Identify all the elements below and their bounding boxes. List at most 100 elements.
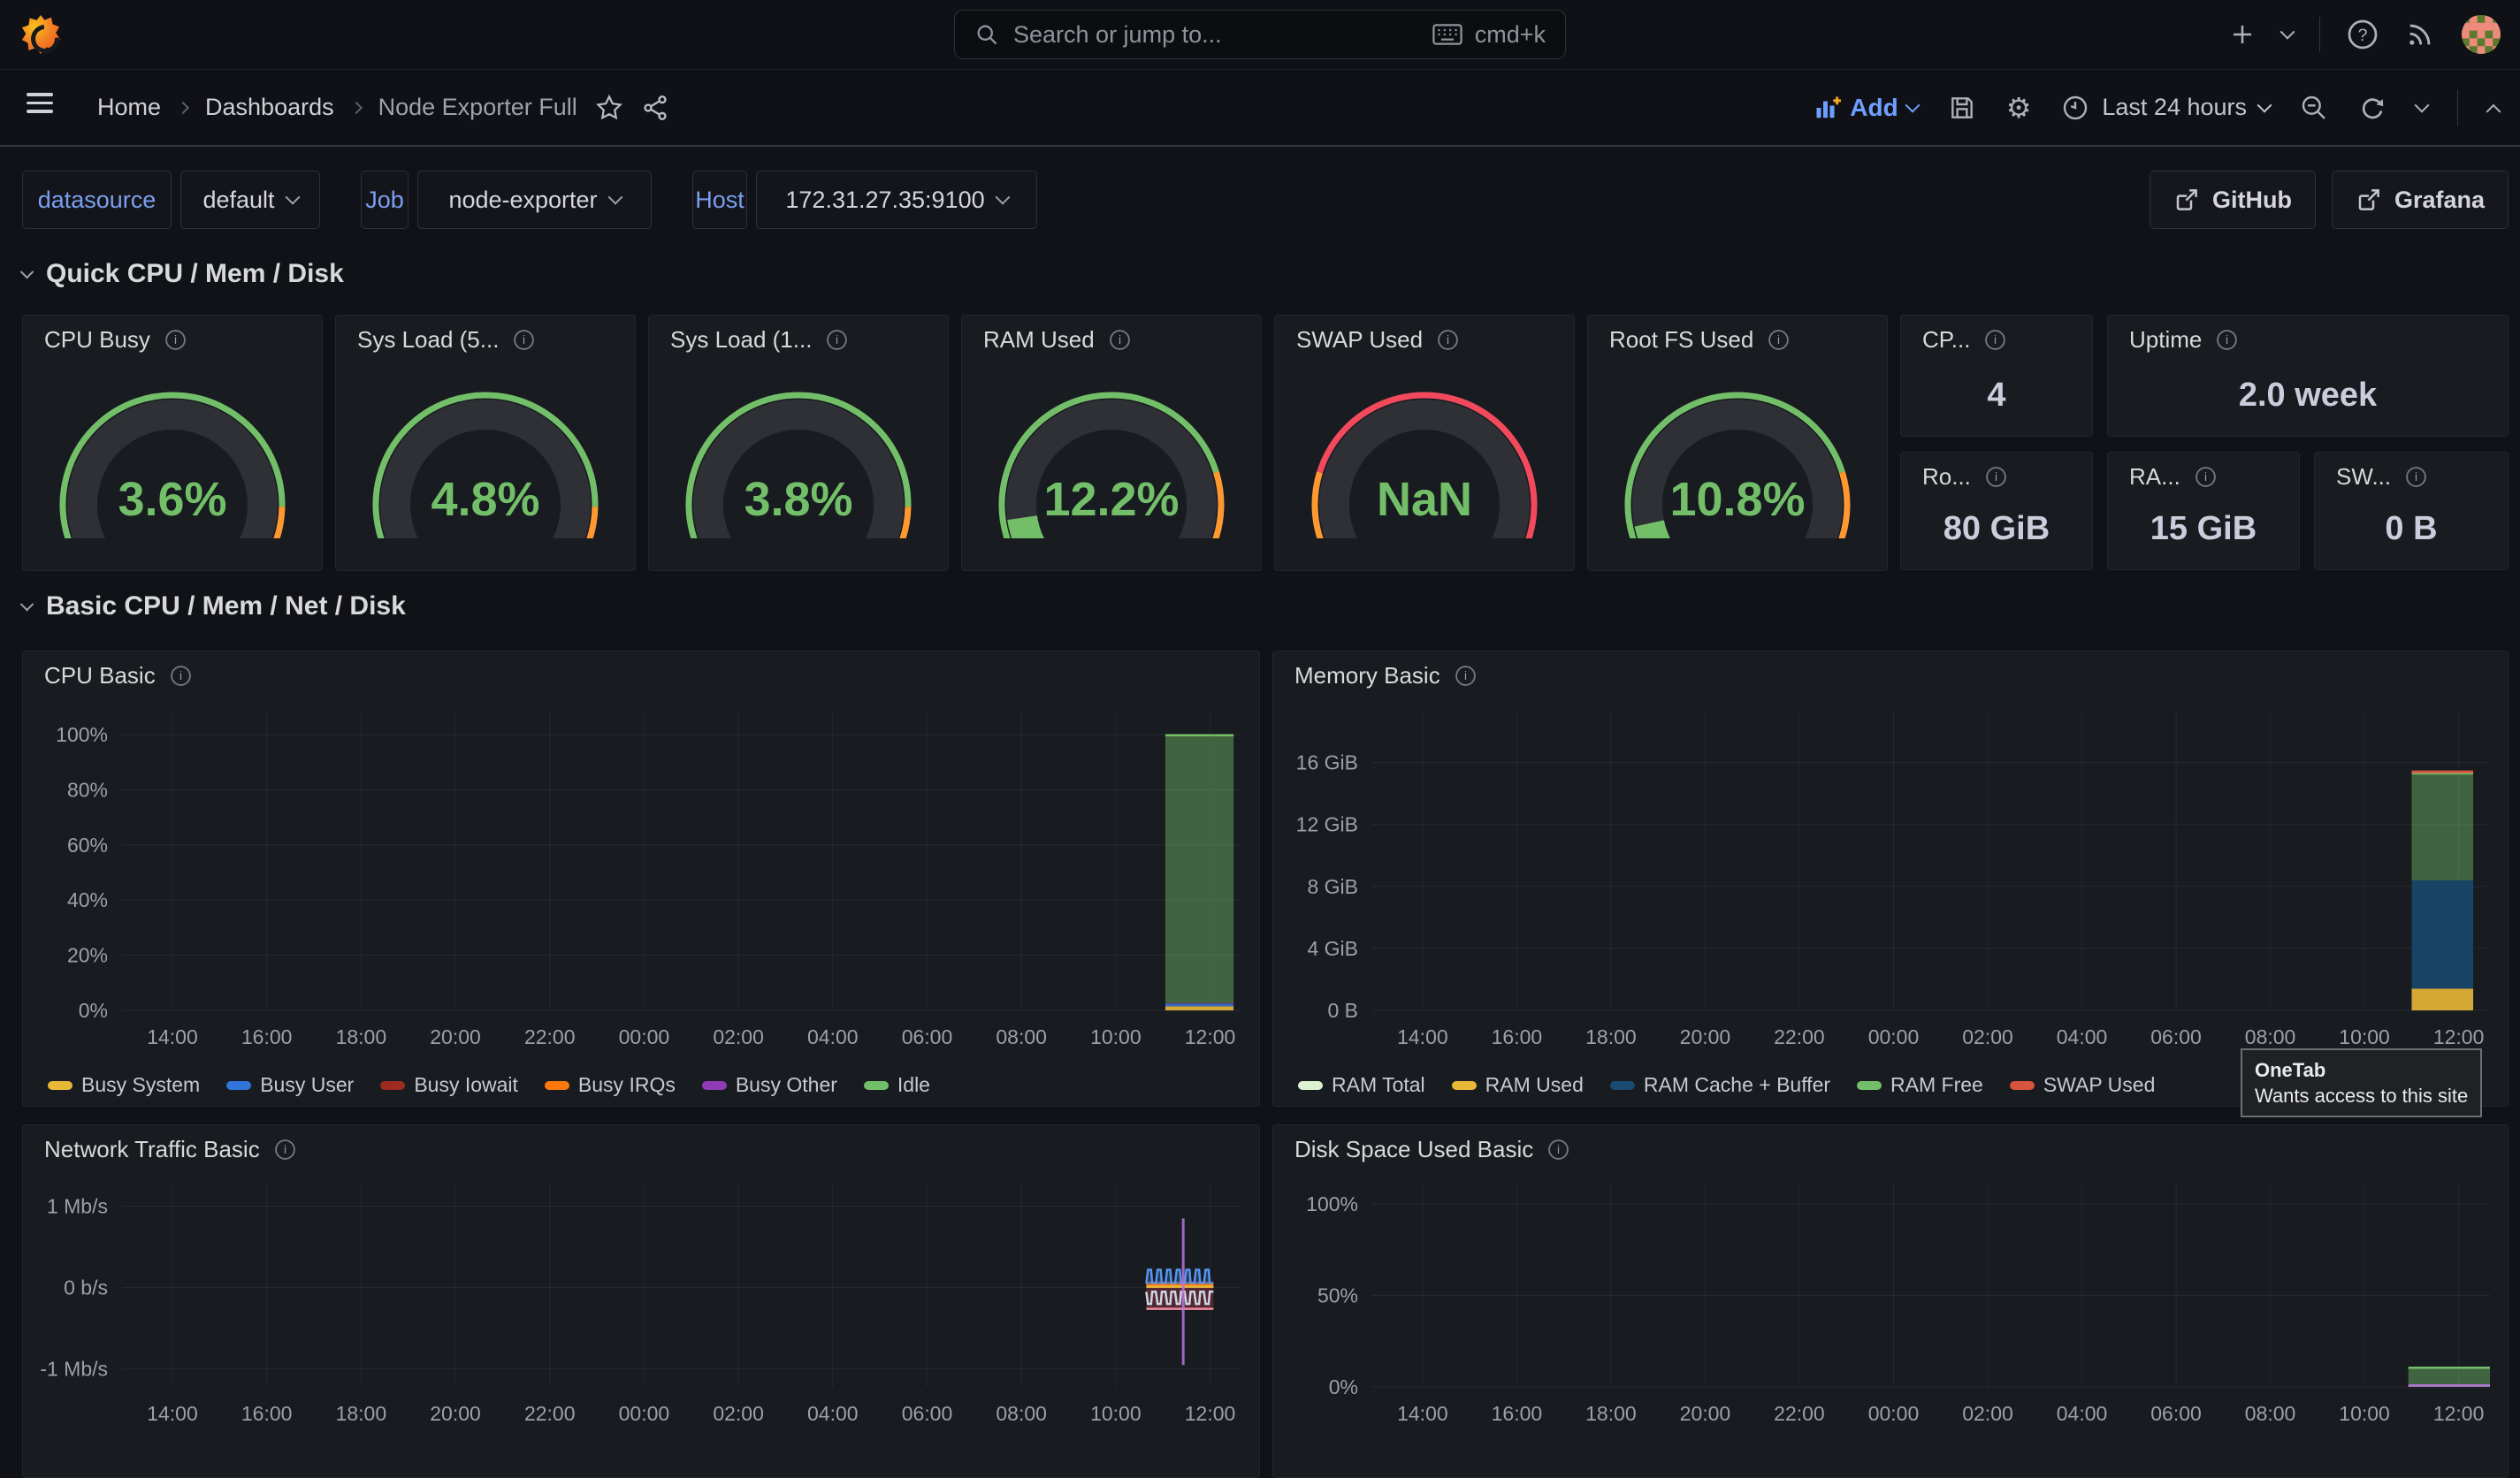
network-basic-plot[interactable]: 1 Mb/s0 b/s-1 Mb/s14:0016:0018:0020:0022… <box>23 1173 1259 1438</box>
svg-text:04:00: 04:00 <box>807 1025 859 1048</box>
gauge-sys-load-5-value: 4.8% <box>431 473 539 526</box>
network-basic-panel-title: Network Traffic Basic <box>44 1136 260 1163</box>
disk-basic-plot[interactable]: 0%50%100%14:0016:0018:0020:0022:0000:000… <box>1273 1173 2508 1438</box>
stat-swap-total-panel-header: SW... i <box>2315 453 2508 500</box>
memory-basic-panel-title: Memory Basic <box>1294 662 1440 689</box>
gauge-cpu-busy-panel-info-icon[interactable]: i <box>164 329 187 351</box>
svg-text:14:00: 14:00 <box>1397 1402 1448 1425</box>
stat-swap-total-panel-title: SW... <box>2336 463 2391 491</box>
stat-uptime-panel: Uptimei2.0 week <box>2107 315 2509 437</box>
gauge-sys-load-1-panel-info-icon[interactable]: i <box>826 329 848 351</box>
stat-rootfs-total-panel-title: Ro... <box>1922 463 1971 491</box>
memory-basic-panel-info-icon[interactable]: i <box>1455 665 1477 687</box>
stat-rootfs-total-panel-info-icon[interactable]: i <box>1985 466 2007 488</box>
legend-item-busy-user[interactable]: Busy User <box>226 1073 354 1097</box>
stat-uptime-panel-info-icon[interactable]: i <box>2216 329 2238 351</box>
legend-item-busy-iowait[interactable]: Busy Iowait <box>380 1073 518 1097</box>
cpu-basic-panel-info-icon[interactable]: i <box>170 665 192 687</box>
gauge-root-fs-used-panel-info-icon[interactable]: i <box>1768 329 1790 351</box>
cpu-basic-plot[interactable]: 0%20%40%60%80%100%14:0016:0018:0020:0022… <box>23 699 1259 1065</box>
gauge-sys-load-1-value: 3.8% <box>744 473 852 526</box>
legend-label: Busy Other <box>736 1073 837 1097</box>
legend-item-ram-free[interactable]: RAM Free <box>1857 1073 1983 1097</box>
svg-text:20:00: 20:00 <box>1680 1025 1731 1048</box>
grafana-link-button[interactable]: Grafana <box>2332 171 2509 229</box>
svg-text:0 B: 0 B <box>1327 999 1358 1022</box>
legend-chip <box>545 1081 569 1090</box>
memory-basic-plot[interactable]: 0 B4 GiB8 GiB12 GiB16 GiB14:0016:0018:00… <box>1273 699 2508 1065</box>
svg-text:00:00: 00:00 <box>619 1402 670 1425</box>
gauge-cpu-busy-arc: 3.6% <box>40 365 305 538</box>
network-basic-panel-info-icon[interactable]: i <box>274 1139 296 1161</box>
legend-chip <box>1610 1081 1635 1090</box>
disk-basic-panel-info-icon[interactable]: i <box>1547 1139 1569 1161</box>
var-host-select[interactable]: 172.31.27.35:9100 <box>756 171 1037 229</box>
section-quick-cpu-mem-disk[interactable]: Quick CPU / Mem / Disk <box>22 255 344 293</box>
external-link-icon <box>2173 187 2200 213</box>
svg-text:12:00: 12:00 <box>2433 1025 2485 1048</box>
svg-text:40%: 40% <box>67 888 108 911</box>
stat-ram-total-panel-info-icon[interactable]: i <box>2195 466 2217 488</box>
var-datasource-select[interactable]: default <box>180 171 320 229</box>
gauge-ram-used-panel-info-icon[interactable]: i <box>1109 329 1131 351</box>
gauge-swap-used-panel: SWAP UsediNaN <box>1274 315 1575 571</box>
github-link-button[interactable]: GitHub <box>2150 171 2316 229</box>
gauge-ram-used-arc: 12.2% <box>979 365 1244 538</box>
svg-text:16:00: 16:00 <box>241 1025 293 1048</box>
stat-cpu-cores-panel: CP...i4 <box>1900 315 2093 437</box>
stat-cpu-cores-panel-header: CP...i <box>1901 316 2092 363</box>
gauge-sys-load-1-panel: Sys Load (1...i 3.8% <box>648 315 949 571</box>
legend-item-busy-system[interactable]: Busy System <box>48 1073 200 1097</box>
svg-text:i: i <box>523 332 525 346</box>
external-link-icon <box>2356 187 2382 213</box>
legend-chip <box>226 1081 251 1090</box>
disk-basic-panel: Disk Space Used Basici0%50%100%14:0016:0… <box>1272 1124 2509 1478</box>
svg-text:i: i <box>1447 332 1449 346</box>
legend-item-swap-used[interactable]: SWAP Used <box>2010 1073 2156 1097</box>
svg-text:22:00: 22:00 <box>1774 1402 1825 1425</box>
gauge-root-fs-used-panel-header: Root FS Usedi <box>1588 316 1887 363</box>
svg-text:00:00: 00:00 <box>619 1025 670 1048</box>
legend-item-busy-other[interactable]: Busy Other <box>702 1073 837 1097</box>
cpu-basic-panel-header: CPU Basici <box>23 651 1259 699</box>
stat-uptime-panel-title: Uptime <box>2129 326 2202 354</box>
svg-text:100%: 100% <box>1306 1192 1358 1215</box>
svg-text:16:00: 16:00 <box>241 1402 293 1425</box>
svg-text:i: i <box>174 332 177 346</box>
legend-label: RAM Used <box>1485 1073 1584 1097</box>
gauge-sys-load-1-panel-header: Sys Load (1...i <box>649 316 948 363</box>
svg-text:100%: 100% <box>56 723 108 746</box>
legend-item-idle[interactable]: Idle <box>864 1073 930 1097</box>
svg-text:00:00: 00:00 <box>1868 1025 1920 1048</box>
svg-text:0 b/s: 0 b/s <box>64 1276 108 1299</box>
stat-ram-total-panel-title: RA... <box>2129 463 2180 491</box>
stat-cpu-cores-panel-info-icon[interactable]: i <box>1984 329 2006 351</box>
svg-text:16:00: 16:00 <box>1492 1025 1543 1048</box>
gauge-cpu-busy-panel-header: CPU Busyi <box>23 316 322 363</box>
svg-text:14:00: 14:00 <box>1397 1025 1448 1048</box>
onetab-permission-popup: OneTab Wants access to this site <box>2241 1048 2482 1117</box>
section-basic-cpu-mem-net-disk[interactable]: Basic CPU / Mem / Net / Disk <box>22 587 406 626</box>
svg-text:12:00: 12:00 <box>2433 1402 2485 1425</box>
svg-text:i: i <box>284 1142 286 1155</box>
onetab-popup-title: OneTab <box>2255 1057 2468 1083</box>
legend-item-busy-irqs[interactable]: Busy IRQs <box>545 1073 676 1097</box>
stat-swap-total-panel-info-icon[interactable]: i <box>2405 466 2427 488</box>
svg-text:04:00: 04:00 <box>2057 1025 2108 1048</box>
svg-text:i: i <box>836 332 838 346</box>
gauge-sys-load-5-panel-info-icon[interactable]: i <box>513 329 535 351</box>
legend-item-ram-cache-buffer[interactable]: RAM Cache + Buffer <box>1610 1073 1830 1097</box>
legend-item-ram-total[interactable]: RAM Total <box>1298 1073 1425 1097</box>
svg-text:8 GiB: 8 GiB <box>1307 875 1358 898</box>
svg-text:1 Mb/s: 1 Mb/s <box>47 1195 108 1218</box>
cpu-basic-legend: Busy System Busy User Busy Iowait Busy IRQs… <box>48 1073 930 1097</box>
svg-text:06:00: 06:00 <box>902 1025 953 1048</box>
gauge-swap-used-panel-info-icon[interactable]: i <box>1437 329 1459 351</box>
gauge-sys-load-5-panel-header: Sys Load (5...i <box>336 316 635 363</box>
stat-rootfs-total-value: 80 GiB <box>1901 510 2092 548</box>
var-job-select[interactable]: node-exporter <box>417 171 652 229</box>
svg-text:08:00: 08:00 <box>996 1402 1047 1425</box>
legend-item-ram-used[interactable]: RAM Used <box>1452 1073 1584 1097</box>
onetab-popup-message: Wants access to this site <box>2255 1083 2468 1108</box>
svg-text:10:00: 10:00 <box>2339 1402 2390 1425</box>
